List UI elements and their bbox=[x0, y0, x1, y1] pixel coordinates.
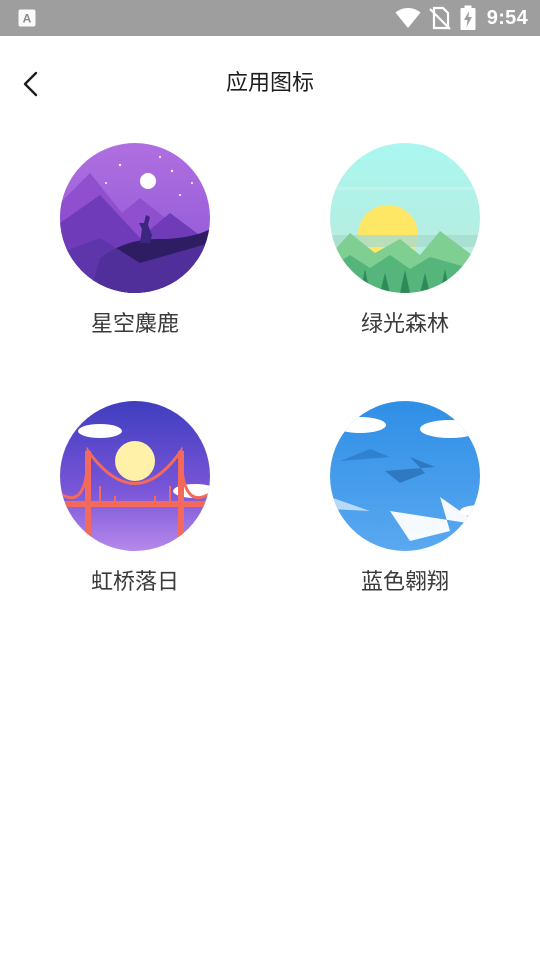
status-time: 9:54 bbox=[486, 6, 528, 29]
icon-option-blue-flight[interactable]: 蓝色翱翔 bbox=[305, 401, 505, 621]
no-sim-icon bbox=[428, 6, 451, 30]
icon-option-starry-deer[interactable]: 星空麋鹿 bbox=[35, 143, 235, 363]
svg-text:A: A bbox=[23, 12, 32, 26]
wifi-icon bbox=[395, 8, 421, 28]
toolbar: 应用图标 bbox=[0, 36, 540, 132]
bridge-sunset-icon bbox=[60, 401, 210, 551]
icon-label: 星空麋鹿 bbox=[90, 312, 179, 337]
icon-label: 虹桥落日 bbox=[90, 570, 179, 595]
notification-app-icon: A bbox=[18, 9, 36, 27]
icon-label: 绿光森林 bbox=[360, 312, 449, 337]
icon-label: 蓝色翱翔 bbox=[360, 570, 449, 595]
battery-charging-icon bbox=[460, 5, 476, 30]
icon-option-green-forest[interactable]: 绿光森林 bbox=[305, 143, 505, 363]
page-title: 应用图标 bbox=[225, 71, 314, 96]
starry-deer-icon bbox=[60, 143, 210, 293]
green-forest-icon bbox=[330, 143, 480, 293]
icon-option-bridge-sunset[interactable]: 虹桥落日 bbox=[35, 401, 235, 621]
blue-flight-icon bbox=[330, 401, 480, 551]
status-bar: A 9:54 bbox=[0, 0, 540, 36]
